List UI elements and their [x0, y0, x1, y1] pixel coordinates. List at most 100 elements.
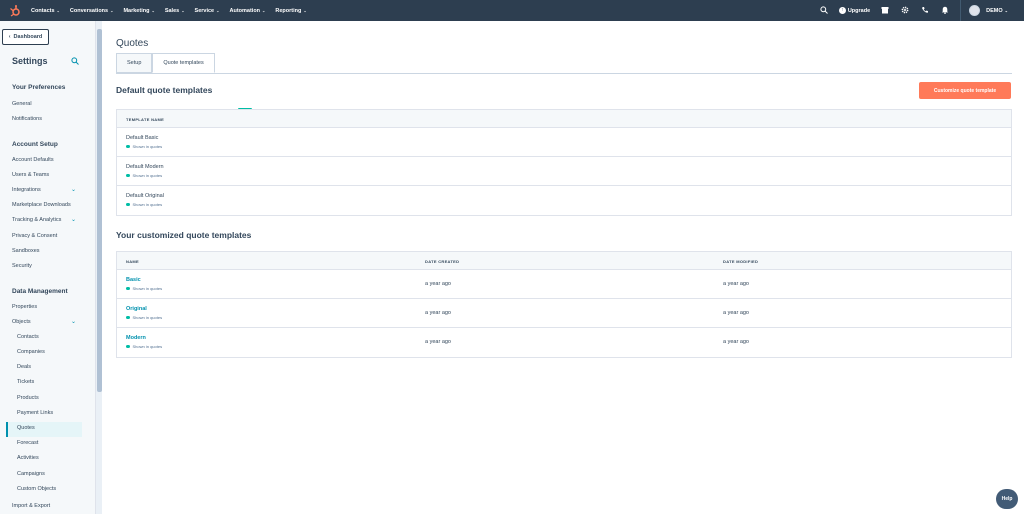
main-content: Quotes Setup Quote templates Default quo… — [102, 21, 1024, 514]
nav-label: Sales — [164, 7, 180, 14]
sidebar-item-campaigns[interactable]: Campaigns — [17, 471, 45, 477]
sidebar-item-activities[interactable]: Activities — [17, 455, 39, 461]
status-label: Shown in quotes — [132, 202, 163, 207]
sidebar-item-import-export[interactable]: Import & Export — [12, 503, 50, 509]
sidebar-item-account-defaults[interactable]: Account Defaults — [12, 157, 54, 163]
template-name[interactable]: Default Basic — [126, 135, 158, 141]
nav-service[interactable]: Service ⌄ — [195, 8, 220, 14]
nav-label: Service — [194, 7, 215, 14]
back-to-dashboard-button[interactable]: ‹ Dashboard — [2, 29, 49, 45]
sidebar-item-custom-objects[interactable]: Custom Objects — [17, 486, 56, 492]
column-header-name[interactable]: NAME — [126, 252, 139, 270]
nav-reporting[interactable]: Reporting ⌄ — [275, 8, 306, 14]
sidebar-item-tickets[interactable]: Tickets — [17, 379, 34, 385]
nav-label: Conversations — [69, 7, 109, 14]
upgrade-label: Upgrade — [847, 7, 871, 14]
status-badge: Shown in quotes — [126, 286, 162, 291]
sidebar-item-users-teams[interactable]: Users & Teams — [12, 172, 49, 178]
template-name-link[interactable]: Modern — [126, 335, 146, 341]
table-row[interactable]: Modern Shown in quotes a year ago a year… — [117, 328, 1011, 357]
table-row[interactable]: Original Shown in quotes a year ago a ye… — [117, 299, 1011, 328]
back-label: Dashboard — [13, 34, 43, 40]
calling-icon[interactable] — [920, 6, 930, 16]
sidebar-item-privacy-consent[interactable]: Privacy & Consent — [12, 233, 57, 239]
help-button[interactable]: Help — [996, 489, 1018, 509]
chevron-down-icon: ⌄ — [110, 8, 114, 13]
chevron-down-icon: ⌄ — [216, 8, 220, 13]
sidebar-item-tracking-analytics[interactable]: Tracking & Analytics — [12, 217, 61, 223]
sidebar-item-security[interactable]: Security — [12, 263, 32, 269]
table-row[interactable]: Default Modern Shown in quotes — [117, 157, 1011, 186]
customize-quote-template-button[interactable]: Customize quote template — [919, 82, 1011, 99]
section-title-default: Default quote templates — [116, 85, 213, 95]
tab-setup[interactable]: Setup — [116, 53, 153, 73]
nav-utilities: ↑ Upgrade DEMO ⌄ — [819, 0, 1024, 21]
sidebar-heading-preferences: Your Preferences — [12, 84, 66, 91]
sidebar-item-quotes[interactable]: Quotes — [17, 425, 35, 431]
notifications-icon[interactable] — [940, 6, 950, 16]
sidebar-item-payment-links[interactable]: Payment Links — [17, 410, 53, 416]
sidebar-item-sandboxes[interactable]: Sandboxes — [12, 248, 40, 254]
date-modified: a year ago — [723, 310, 749, 316]
sidebar-item-integrations[interactable]: Integrations — [12, 187, 41, 193]
template-name[interactable]: Default Original — [126, 193, 164, 199]
sidebar-item-general[interactable]: General — [12, 101, 32, 107]
page-title: Quotes — [116, 38, 149, 49]
account-menu[interactable]: DEMO ⌄ — [986, 8, 1008, 14]
search-icon[interactable] — [819, 5, 829, 16]
hubspot-logo-icon[interactable] — [9, 4, 21, 17]
sidebar-item-notifications[interactable]: Notifications — [12, 116, 42, 122]
sidebar-item-forecast[interactable]: Forecast — [17, 440, 38, 446]
nav-label: Marketing — [123, 7, 150, 14]
upgrade-button[interactable]: ↑ Upgrade — [838, 7, 871, 14]
chevron-down-icon: ⌄ — [151, 8, 155, 13]
sidebar-item-properties[interactable]: Properties — [12, 304, 37, 310]
sidebar-item-deals[interactable]: Deals — [17, 364, 31, 370]
settings-icon[interactable] — [900, 6, 910, 16]
sidebar-item-objects[interactable]: Objects — [12, 319, 31, 325]
chevron-left-icon: ‹ — [8, 34, 11, 40]
status-label: Shown in quotes — [132, 315, 163, 320]
status-dot-icon — [126, 286, 130, 291]
chevron-down-icon[interactable]: ⌄ — [71, 186, 76, 193]
template-name[interactable]: Default Modern — [126, 164, 164, 170]
chevron-down-icon: ⌄ — [303, 8, 307, 13]
table-row[interactable]: Default Basic Shown in quotes — [117, 128, 1011, 157]
tab-quote-templates[interactable]: Quote templates — [152, 53, 215, 73]
sidebar-scrollbar[interactable] — [95, 21, 102, 514]
status-badge: Shown in quotes — [126, 144, 162, 149]
column-header-date-modified[interactable]: DATE MODIFIED — [723, 252, 758, 270]
column-header-template-name[interactable]: TEMPLATE NAME — [126, 110, 164, 128]
table-row[interactable]: Basic Shown in quotes a year ago a year … — [117, 270, 1011, 299]
status-dot-icon — [126, 344, 130, 349]
search-icon[interactable] — [71, 57, 79, 67]
table-row[interactable]: Default Original Shown in quotes — [117, 186, 1011, 215]
table-header: TEMPLATE NAME — [117, 110, 1011, 128]
nav-contacts[interactable]: Contacts ⌄ — [31, 8, 60, 14]
chevron-down-icon[interactable]: ⌄ — [71, 216, 76, 223]
chevron-down-icon: ⌄ — [262, 8, 266, 13]
nav-label: Contacts — [31, 7, 55, 14]
sidebar-item-marketplace-downloads[interactable]: Marketplace Downloads — [12, 202, 71, 208]
section-title-custom: Your customized quote templates — [116, 230, 252, 240]
sidebar-item-products[interactable]: Products — [17, 395, 39, 401]
sidebar-item-companies[interactable]: Companies — [17, 349, 45, 355]
marketplace-icon[interactable] — [880, 6, 890, 16]
nav-marketing[interactable]: Marketing ⌄ — [123, 8, 154, 14]
template-name-link[interactable]: Basic — [126, 277, 141, 283]
sidebar-item-contacts[interactable]: Contacts — [17, 334, 39, 340]
upgrade-icon: ↑ — [838, 7, 846, 14]
nav-conversations[interactable]: Conversations ⌄ — [70, 8, 114, 14]
column-header-date-created[interactable]: DATE CREATED — [425, 252, 459, 270]
status-label: Shown in quotes — [132, 173, 163, 178]
settings-sidebar: ‹ Dashboard Settings Your Preferences Ge… — [0, 21, 95, 514]
template-name-link[interactable]: Original — [126, 306, 147, 312]
date-modified: a year ago — [723, 281, 749, 287]
nav-automation[interactable]: Automation ⌄ — [229, 8, 265, 14]
table-header: NAME DATE CREATED DATE MODIFIED — [117, 252, 1011, 270]
status-dot-icon — [126, 173, 130, 178]
nav-sales[interactable]: Sales ⌄ — [165, 8, 185, 14]
avatar[interactable] — [969, 5, 981, 16]
date-created: a year ago — [425, 339, 451, 345]
chevron-down-icon[interactable]: ⌄ — [71, 318, 76, 325]
